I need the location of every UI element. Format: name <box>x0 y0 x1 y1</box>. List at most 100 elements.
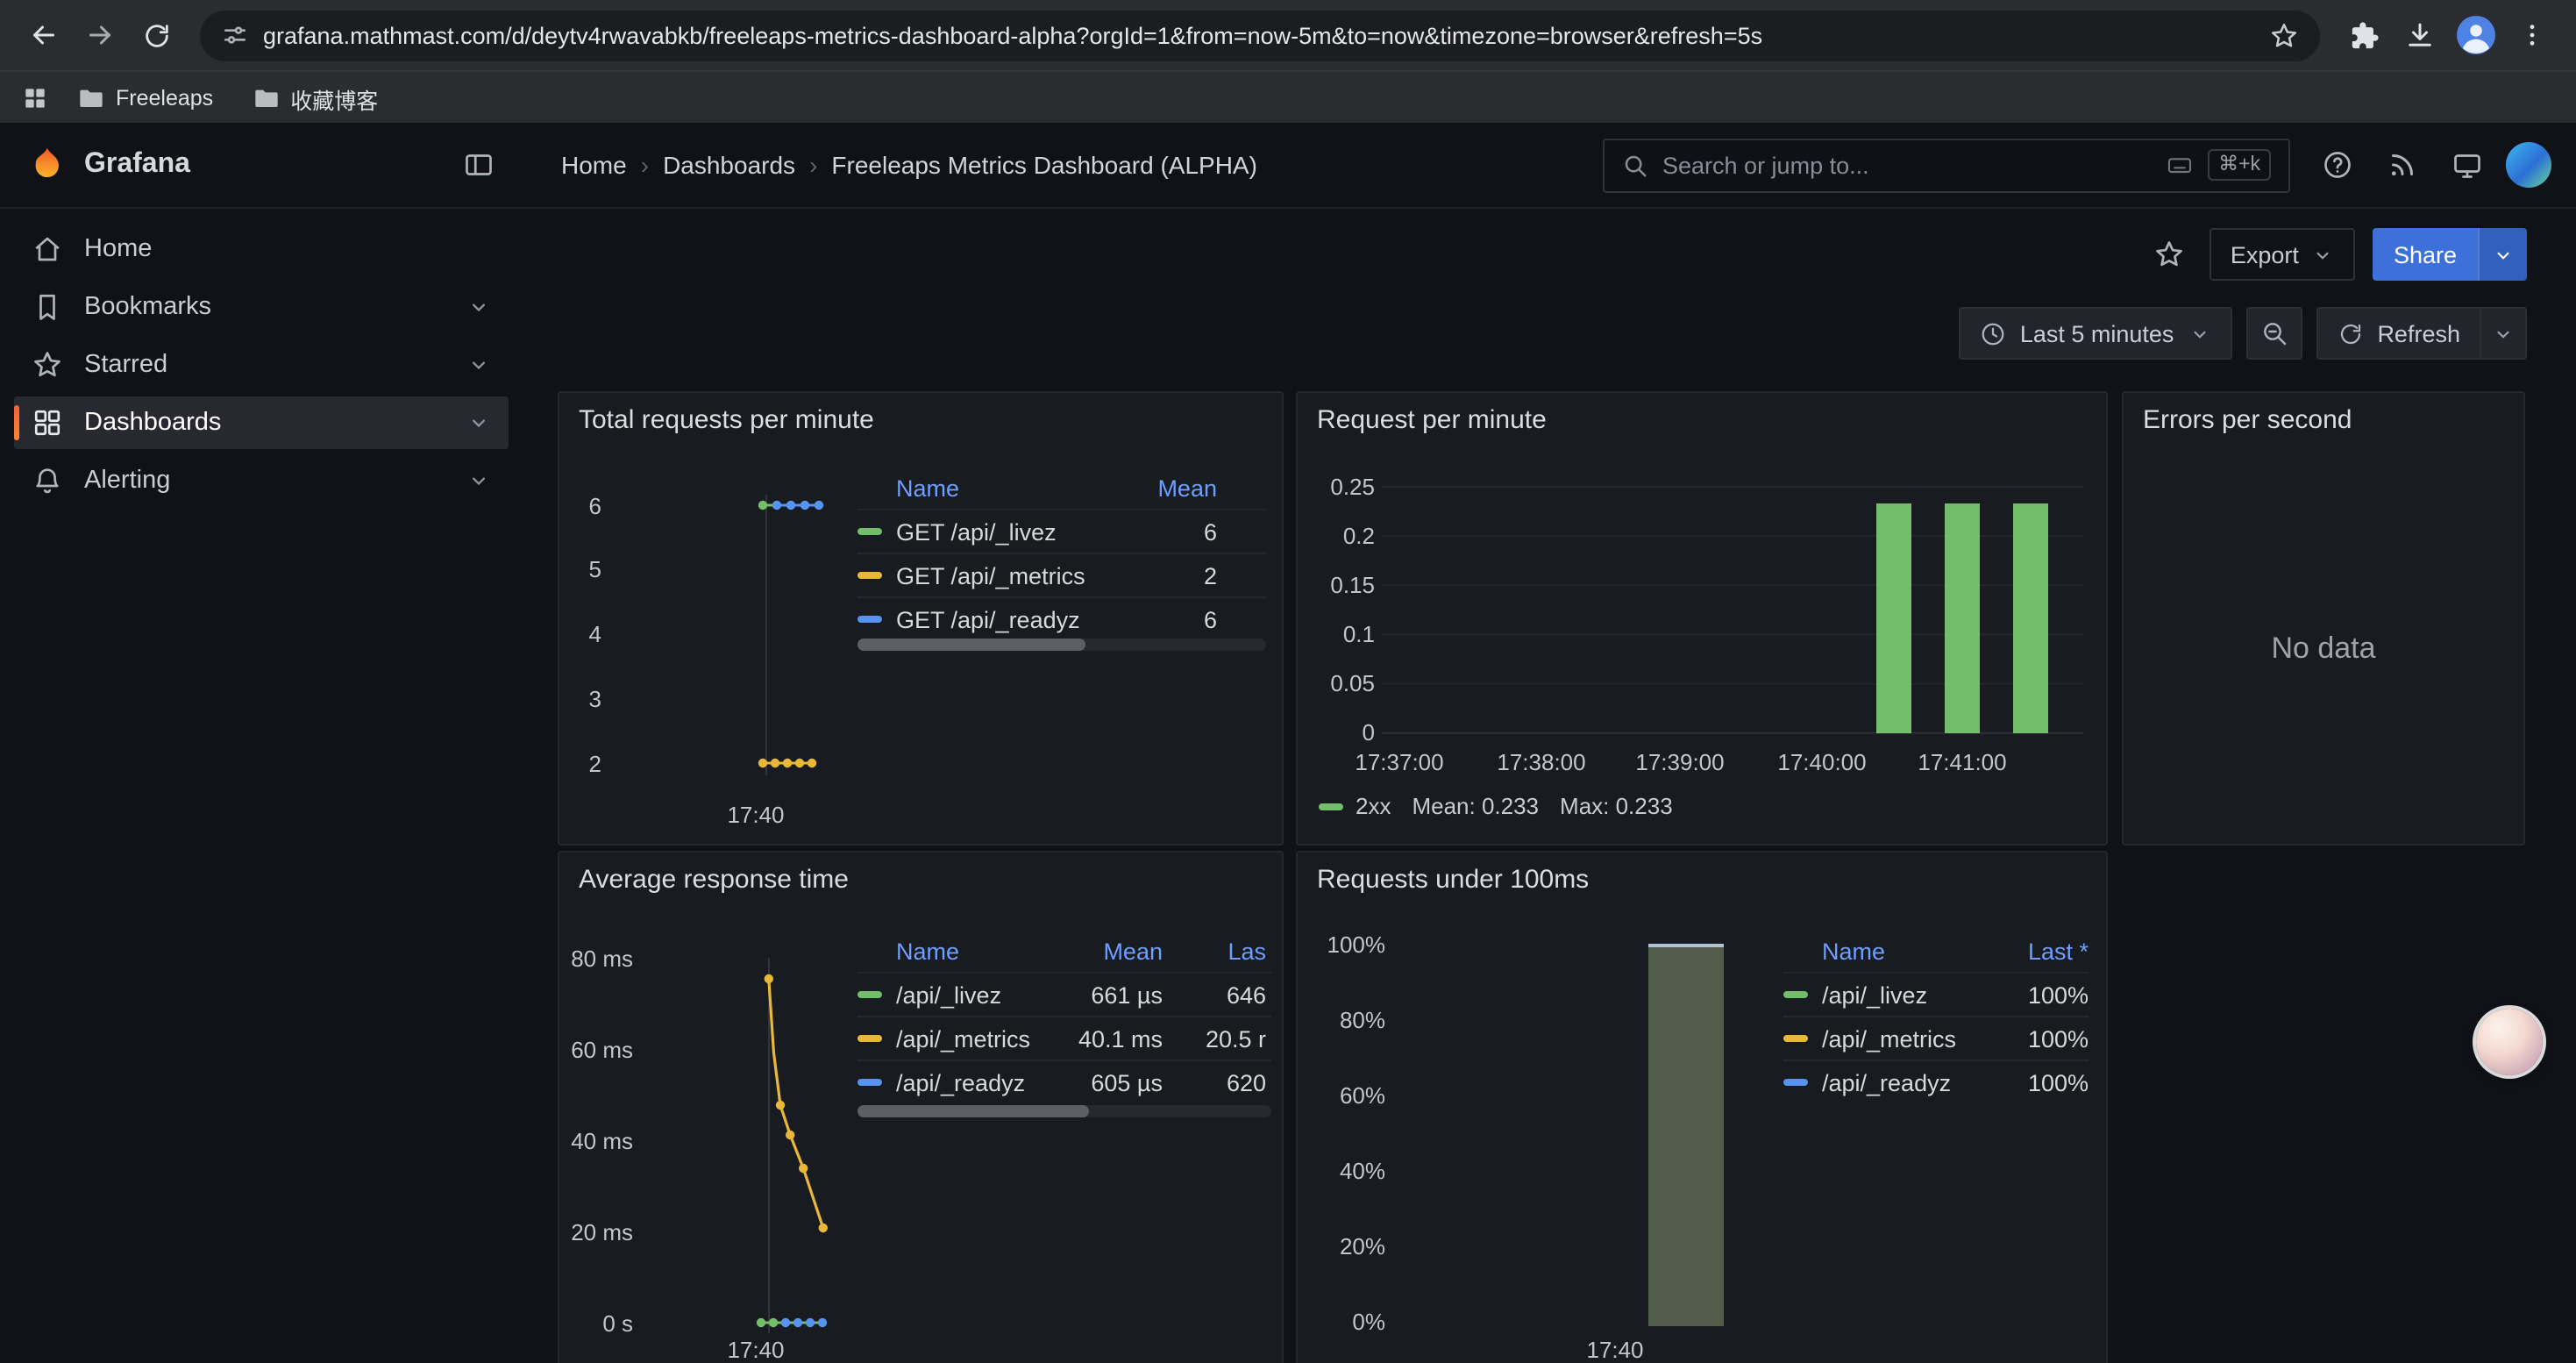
legend-row[interactable]: /api/_readyz 100% <box>1783 1060 2089 1103</box>
chevron-down-icon[interactable] <box>466 295 491 319</box>
sidebar-item-alerting[interactable]: Alerting <box>14 454 509 507</box>
browser-menu-icon[interactable] <box>2506 9 2558 61</box>
breadcrumb-dashboards[interactable]: Dashboards <box>663 151 795 179</box>
sidebar-item-starred[interactable]: Starred <box>14 339 509 391</box>
legend-col-name[interactable]: Name <box>1783 938 1983 964</box>
legend-table: Name Mean GET /api/_livez 6 GET /api/_me… <box>857 467 1266 640</box>
panel-title[interactable]: Requests under 100ms <box>1317 865 2087 895</box>
bookmark-star-icon[interactable] <box>2269 20 2299 50</box>
grafana-logo[interactable] <box>28 146 67 184</box>
share-label: Share <box>2394 241 2457 268</box>
user-avatar[interactable] <box>2506 142 2551 188</box>
panel-title[interactable]: Errors per second <box>2143 405 2504 435</box>
y-tick: 40% <box>1305 1158 1385 1184</box>
sidebar-item-label: Alerting <box>84 467 170 495</box>
panel-title[interactable]: Request per minute <box>1317 405 2087 435</box>
folder-icon <box>252 84 280 112</box>
kiosk-monitor-icon[interactable] <box>2441 139 2494 191</box>
legend-col-name[interactable]: Name <box>857 938 1040 964</box>
bookmark-folder-blogs[interactable]: 收藏博客 <box>241 76 388 120</box>
legend-col-mean[interactable]: Mean <box>1040 938 1163 964</box>
legend-row[interactable]: /api/_metrics 40.1 ms 20.5 r <box>857 1016 1271 1060</box>
bookmark-folder-freeleaps[interactable]: Freeleaps <box>67 79 224 118</box>
legend-col-name[interactable]: Name <box>857 475 1119 501</box>
extensions-icon[interactable] <box>2338 9 2390 61</box>
apps-grid-icon[interactable] <box>21 84 49 112</box>
refresh-interval-arrow[interactable] <box>2480 309 2525 358</box>
news-rss-icon[interactable] <box>2376 139 2429 191</box>
legend-row[interactable]: /api/_metrics 100% <box>1783 1016 2089 1060</box>
header-icons <box>2311 139 2551 191</box>
dashboard-toolbar: Export Share <box>2146 228 2527 281</box>
downloads-icon[interactable] <box>2394 9 2446 61</box>
legend-row[interactable]: GET /api/_metrics 2 <box>857 553 1266 596</box>
folder-icon <box>77 84 105 112</box>
time-range-picker[interactable]: Last 5 minutes <box>1959 307 2232 360</box>
time-controls: Last 5 minutes Refresh <box>1959 307 2527 360</box>
legend-col-last[interactable]: Last * <box>1983 938 2089 964</box>
export-button[interactable]: Export <box>2210 228 2355 281</box>
y-tick: 0% <box>1305 1309 1385 1335</box>
series-swatch <box>1783 1035 1808 1042</box>
y-tick: 60% <box>1305 1082 1385 1109</box>
chevron-down-icon[interactable] <box>466 468 491 493</box>
floating-assistant-avatar[interactable] <box>2476 1009 2543 1075</box>
legend[interactable]: 2xx Mean: 0.233 Max: 0.233 <box>1319 793 1673 819</box>
share-menu-arrow[interactable] <box>2478 228 2527 281</box>
site-info-icon[interactable] <box>221 21 249 49</box>
legend-col-last[interactable]: Las <box>1163 938 1271 964</box>
panel-total-requests[interactable]: Total requests per minute 6 5 4 3 2 17:4… <box>558 391 1284 846</box>
collapse-sidebar-icon[interactable] <box>463 149 495 181</box>
sidebar-item-label: Bookmarks <box>84 293 211 321</box>
chevron-down-icon <box>2311 243 2334 266</box>
legend-table: Name Last * /api/_livez 100% /api/_metri… <box>1783 930 2089 1103</box>
legend-row[interactable]: /api/_livez 100% <box>1783 972 2089 1016</box>
bookmarks-bar: Freeleaps 收藏博客 <box>0 70 2576 125</box>
panel-avg-response-time[interactable]: Average response time 80 ms 60 ms 40 ms … <box>558 851 1284 1363</box>
legend-header: Name Mean Las <box>857 930 1271 972</box>
browser-chrome: grafana.mathmast.com/d/deytv4rwavabkb/fr… <box>0 0 2576 125</box>
legend-row[interactable]: GET /api/_readyz 6 <box>857 596 1266 640</box>
legend-col-mean[interactable]: Mean <box>1119 475 1266 501</box>
share-button[interactable]: Share <box>2373 228 2478 281</box>
refresh-button[interactable]: Refresh <box>2317 309 2480 358</box>
reload-icon[interactable] <box>130 9 182 61</box>
search-shortcut: ⌘+k <box>2208 149 2271 181</box>
breadcrumb-home[interactable]: Home <box>561 151 627 179</box>
browser-profile-avatar[interactable] <box>2450 9 2502 61</box>
series-swatch <box>1319 803 1343 810</box>
legend-row[interactable]: /api/_readyz 605 µs 620 <box>857 1060 1271 1103</box>
sidebar-item-home[interactable]: Home <box>14 223 509 275</box>
sidebar-item-dashboards[interactable]: Dashboards <box>14 396 509 449</box>
x-tick: 17:39:00 <box>1619 749 1741 775</box>
legend-max: Max: 0.233 <box>1560 793 1673 819</box>
series-mean: 605 µs <box>1040 1069 1163 1095</box>
legend-row[interactable]: /api/_livez 661 µs 646 <box>857 972 1271 1016</box>
zoom-out-button[interactable] <box>2245 307 2302 360</box>
legend-row[interactable]: GET /api/_livez 6 <box>857 509 1266 553</box>
refresh-label: Refresh <box>2377 320 2460 346</box>
panel-errors-per-second[interactable]: Errors per second No data <box>2122 391 2525 846</box>
sidebar-item-label: Dashboards <box>84 409 221 437</box>
url-bar[interactable]: grafana.mathmast.com/d/deytv4rwavabkb/fr… <box>200 10 2320 61</box>
panel-title[interactable]: Total requests per minute <box>579 405 1263 435</box>
zoom-out-icon <box>2259 319 2288 347</box>
panel-request-per-minute[interactable]: Request per minute 0.25 0.2 0.15 0.1 0.0… <box>1296 391 2108 846</box>
sidebar-item-bookmarks[interactable]: Bookmarks <box>14 281 509 333</box>
favorite-star-icon[interactable] <box>2146 232 2192 277</box>
series-last: 100% <box>1983 1025 2089 1052</box>
legend-scrollbar[interactable] <box>857 1105 1271 1117</box>
panel-title[interactable]: Average response time <box>579 865 1263 895</box>
chevron-down-icon[interactable] <box>466 353 491 377</box>
chevron-down-icon[interactable] <box>466 410 491 435</box>
panel-requests-under-100ms[interactable]: Requests under 100ms 100% 80% 60% 40% 20… <box>1296 851 2108 1363</box>
bookmark-icon <box>32 291 63 323</box>
brand-name[interactable]: Grafana <box>84 149 445 181</box>
back-icon[interactable] <box>18 9 70 61</box>
forward-icon[interactable] <box>74 9 126 61</box>
series-last: 100% <box>1983 981 2089 1008</box>
search-input[interactable]: Search or jump to... ⌘+k <box>1603 138 2290 192</box>
keyboard-icon <box>2166 151 2194 179</box>
legend-scrollbar[interactable] <box>857 639 1266 651</box>
help-icon[interactable] <box>2311 139 2364 191</box>
